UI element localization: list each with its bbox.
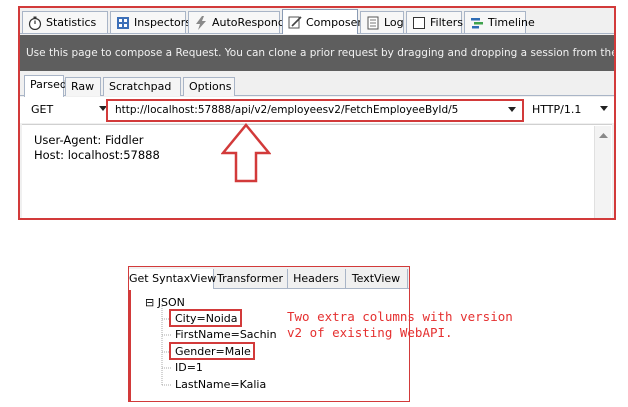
inspectors-icon: [116, 16, 130, 30]
header-line: Host: localhost:57888: [34, 148, 160, 162]
json-tree: ⊟ JSON City=Noida FirstName=Sachin Gende…: [129, 290, 409, 401]
highlight-box: [169, 342, 255, 360]
tree-node-lastname[interactable]: LastName=Kalia: [175, 378, 266, 391]
tab-label: Composer: [306, 15, 362, 29]
composer-panel: Statistics Inspectors AutoResponder Comp…: [18, 6, 616, 220]
scroll-up-icon[interactable]: [595, 130, 612, 142]
tree-root[interactable]: ⊟ JSON: [145, 296, 185, 309]
response-tab-bar: Get SyntaxView Transformer Headers TextV…: [129, 267, 409, 289]
up-arrow-icon: [221, 123, 271, 183]
stopwatch-icon: [28, 16, 42, 30]
tree-root-label: JSON: [157, 296, 185, 309]
subtab-options[interactable]: Options: [183, 77, 235, 96]
request-row: GET http://localhost:57888/api/v2/employ…: [20, 97, 614, 123]
info-bar: Use this page to compose a Request. You …: [20, 35, 614, 71]
tab-get-syntaxview[interactable]: Get SyntaxView: [129, 269, 216, 289]
tree-node-firstname[interactable]: FirstName=Sachin: [175, 328, 277, 341]
composer-subtab-bar: Parsed Raw Scratchpad Options: [20, 72, 614, 97]
tab-autoresponder[interactable]: AutoResponder: [188, 11, 296, 33]
url-value: http://localhost:57888/api/v2/employeesv…: [115, 104, 459, 116]
collapse-icon[interactable]: ⊟: [145, 296, 154, 309]
log-icon: [366, 16, 380, 30]
tree-node-id[interactable]: ID=1: [175, 361, 203, 374]
url-input[interactable]: http://localhost:57888/api/v2/employeesv…: [106, 99, 524, 122]
http-version-select[interactable]: HTTP/1.1: [528, 100, 614, 119]
http-version-value: HTTP/1.1: [532, 103, 582, 116]
annotation-text: Two extra columns with version v2 of exi…: [287, 309, 513, 340]
tab-timeline[interactable]: Timeline: [464, 11, 535, 33]
tab-label: Timeline: [488, 16, 535, 29]
subtab-scratchpad[interactable]: Scratchpad: [103, 77, 181, 96]
chevron-down-icon[interactable]: [508, 107, 516, 112]
tab-label: Log: [384, 16, 404, 29]
main-tab-bar: Statistics Inspectors AutoResponder Comp…: [20, 8, 614, 34]
tab-inspectors[interactable]: Inspectors: [110, 11, 191, 33]
subtab-raw[interactable]: Raw: [65, 77, 101, 96]
tab-headers[interactable]: Headers: [287, 269, 346, 289]
tab-composer[interactable]: Composer: [282, 9, 362, 34]
chevron-down-icon: [600, 106, 608, 111]
tab-filters[interactable]: Filters: [406, 11, 463, 33]
tab-log[interactable]: Log: [360, 11, 404, 33]
lightning-icon: [194, 15, 208, 30]
tab-statistics[interactable]: Statistics: [22, 11, 108, 33]
compose-icon: [288, 15, 302, 29]
subtab-parsed[interactable]: Parsed: [24, 75, 67, 97]
method-select[interactable]: GET: [27, 100, 110, 119]
timeline-icon: [470, 16, 484, 30]
tab-label: Statistics: [46, 16, 97, 29]
method-value: GET: [31, 103, 54, 116]
highlight-box: [169, 309, 242, 327]
header-line: User-Agent: Fiddler: [34, 133, 144, 147]
request-headers-textarea[interactable]: User-Agent: Fiddler Host: localhost:5788…: [22, 124, 612, 218]
vertical-scrollbar[interactable]: [594, 126, 611, 218]
tab-label: Filters: [430, 16, 463, 29]
tab-transformer[interactable]: Transformer: [213, 269, 288, 289]
tab-textview[interactable]: TextView: [345, 269, 408, 289]
checkbox-icon: [412, 16, 426, 30]
tab-label: Inspectors: [134, 16, 192, 29]
